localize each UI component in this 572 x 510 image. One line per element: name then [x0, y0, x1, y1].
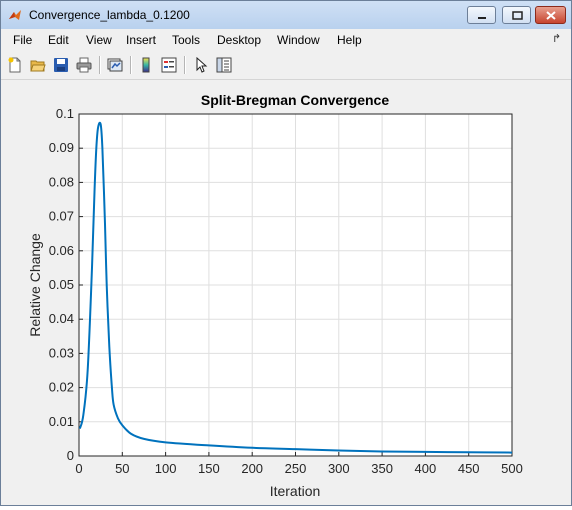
y-tick-label: 0.04	[49, 311, 74, 326]
x-tick-label: 500	[501, 461, 523, 476]
maximize-button[interactable]	[502, 6, 531, 24]
y-tick-label: 0.1	[56, 106, 74, 121]
insert-legend-icon[interactable]	[159, 55, 179, 75]
x-tick-label: 350	[371, 461, 393, 476]
minimize-button[interactable]	[467, 6, 496, 24]
toolbar-separator	[184, 56, 186, 74]
y-tick-label: 0.06	[49, 243, 74, 258]
chart-title: Split-Bregman Convergence	[201, 92, 389, 108]
open-file-icon[interactable]	[28, 55, 48, 75]
x-tick-label: 200	[241, 461, 263, 476]
y-axis-label: Relative Change	[27, 233, 43, 337]
y-tick-label: 0.05	[49, 277, 74, 292]
double-chevron-icon[interactable]: ↱	[552, 32, 561, 45]
toolbar	[1, 51, 571, 80]
figure-window: Convergence_lambda_0.1200 File Edit View…	[0, 0, 572, 506]
close-button[interactable]	[535, 6, 566, 24]
save-icon[interactable]	[51, 55, 71, 75]
insert-colorbar-icon[interactable]	[136, 55, 156, 75]
x-tick-label: 300	[328, 461, 350, 476]
x-axis-label: Iteration	[270, 483, 321, 499]
y-tick-label: 0	[67, 448, 74, 463]
matlab-app-icon	[9, 10, 21, 20]
x-tick-label: 50	[115, 461, 129, 476]
link-plot-icon[interactable]	[105, 55, 125, 75]
print-icon[interactable]	[74, 55, 94, 75]
new-figure-icon[interactable]	[5, 55, 25, 75]
menu-edit[interactable]: Edit	[48, 33, 69, 47]
y-tick-label: 0.03	[49, 345, 74, 360]
y-tick-label: 0.07	[49, 209, 74, 224]
pointer-edit-icon[interactable]	[191, 55, 211, 75]
x-tick-label: 250	[285, 461, 307, 476]
toolbar-separator	[99, 56, 101, 74]
menu-insert[interactable]: Insert	[126, 33, 156, 47]
y-tick-label: 0.08	[49, 174, 74, 189]
x-tick-label: 450	[458, 461, 480, 476]
menu-view[interactable]: View	[86, 33, 112, 47]
property-inspector-icon[interactable]	[214, 55, 234, 75]
menu-file[interactable]: File	[13, 33, 32, 47]
y-tick-label: 0.01	[49, 414, 74, 429]
x-tick-label: 0	[75, 461, 82, 476]
y-tick-label: 0.02	[49, 380, 74, 395]
menu-window[interactable]: Window	[277, 33, 320, 47]
x-tick-label: 150	[198, 461, 220, 476]
menu-desktop[interactable]: Desktop	[217, 33, 261, 47]
y-tick-label: 0.09	[49, 140, 74, 155]
title-bar[interactable]: Convergence_lambda_0.1200	[1, 1, 571, 29]
x-tick-label: 400	[415, 461, 437, 476]
x-tick-label: 100	[155, 461, 177, 476]
menu-tools[interactable]: Tools	[172, 33, 200, 47]
menu-help[interactable]: Help	[337, 33, 362, 47]
toolbar-separator	[130, 56, 132, 74]
window-title: Convergence_lambda_0.1200	[29, 8, 190, 22]
figure-canvas: 0 50 100 150 200 250 300 350 400 450 500 0 0.01 0.02 0…	[1, 80, 571, 505]
line-chart[interactable]: 0 50 100 150 200 250 300 350 400 450 500 0 0.01 0.02 0…	[1, 80, 571, 505]
menu-bar: File Edit View Insert Tools Desktop Wind…	[1, 29, 571, 51]
